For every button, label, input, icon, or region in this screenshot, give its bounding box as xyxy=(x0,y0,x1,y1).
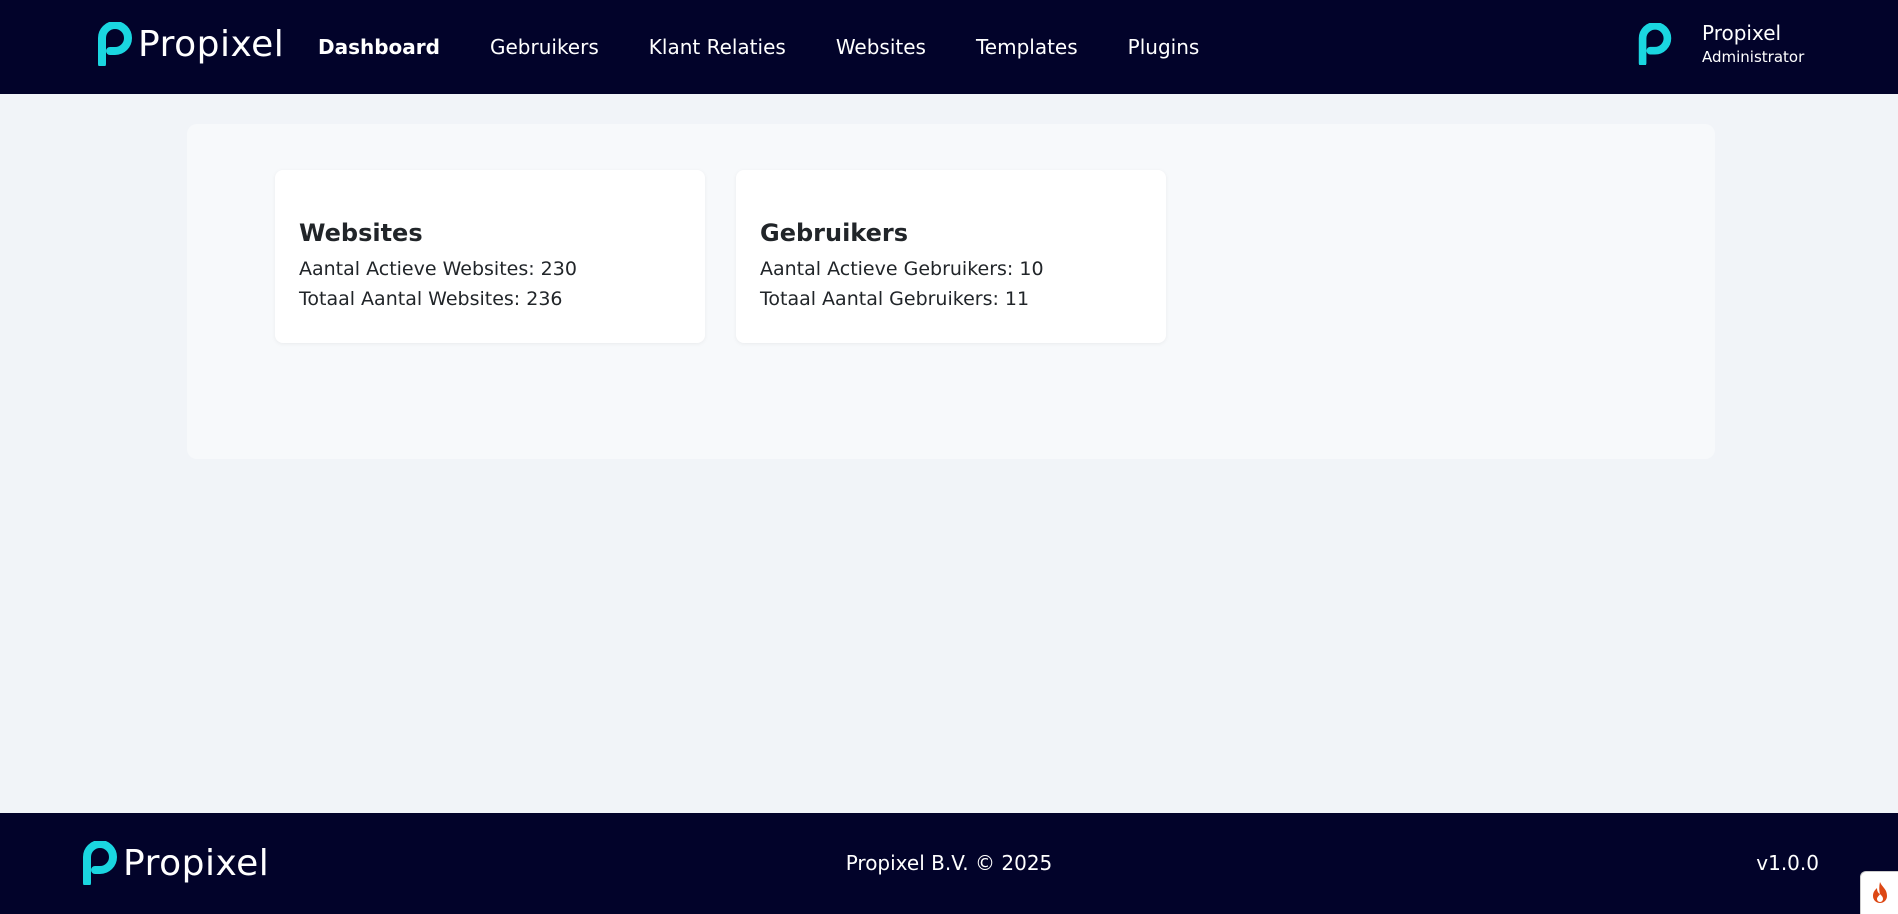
nav-item-templates[interactable]: Templates xyxy=(976,35,1078,59)
websites-card: Websites Aantal Actieve Websites: 230 To… xyxy=(275,170,705,343)
dashboard-panel: Websites Aantal Actieve Websites: 230 To… xyxy=(187,124,1715,459)
debug-toolbar-button[interactable] xyxy=(1860,871,1898,914)
top-navbar: Propixel Dashboard Gebruikers Klant Rela… xyxy=(0,0,1898,94)
main-nav: Dashboard Gebruikers Klant Relaties Webs… xyxy=(318,0,1249,94)
nav-item-klant-relaties[interactable]: Klant Relaties xyxy=(649,35,786,59)
header-logo[interactable]: Propixel xyxy=(98,22,284,66)
user-menu[interactable]: Propixel Administrator xyxy=(1638,20,1804,68)
users-card: Gebruikers Aantal Actieve Gebruikers: 10… xyxy=(736,170,1166,343)
user-info: Propixel Administrator xyxy=(1702,20,1804,68)
user-role: Administrator xyxy=(1702,48,1805,66)
total-users-count: Totaal Aantal Gebruikers: 11 xyxy=(760,288,1030,310)
propixel-logo-icon xyxy=(98,22,132,66)
active-websites-count: Aantal Actieve Websites: 230 xyxy=(299,258,577,280)
card-title: Websites xyxy=(299,219,423,247)
user-avatar-icon xyxy=(1638,23,1672,65)
logo-text: Propixel xyxy=(138,23,285,65)
total-websites-count: Totaal Aantal Websites: 236 xyxy=(299,288,563,310)
nav-item-gebruikers[interactable]: Gebruikers xyxy=(490,35,599,59)
flame-icon xyxy=(1872,882,1887,903)
copyright-text: Propixel B.V. © 2025 xyxy=(845,851,1053,875)
active-users-count: Aantal Actieve Gebruikers: 10 xyxy=(760,258,1044,280)
nav-item-plugins[interactable]: Plugins xyxy=(1128,35,1200,59)
version-text: v1.0.0 xyxy=(1756,851,1819,875)
nav-item-dashboard[interactable]: Dashboard xyxy=(318,35,440,59)
nav-item-websites[interactable]: Websites xyxy=(836,35,926,59)
card-title: Gebruikers xyxy=(760,219,909,247)
user-name: Propixel xyxy=(1702,21,1782,45)
